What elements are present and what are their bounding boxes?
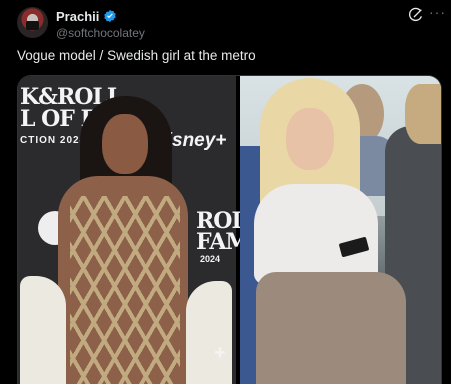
backdrop-text: +: [214, 342, 226, 364]
verified-badge-icon: [103, 9, 117, 23]
tweet-text: Vogue model / Swedish girl at the metro: [17, 48, 256, 63]
person-legs: [256, 272, 406, 384]
person-face: [286, 108, 334, 170]
photo-left[interactable]: K&ROLI L OF FAM CTION 2024 Disney+ ROLI …: [18, 76, 259, 384]
backdrop-text: CTION 2024: [20, 135, 87, 146]
background-person-hair: [405, 84, 441, 144]
photo-right[interactable]: [240, 76, 441, 384]
person-shirt: [254, 184, 378, 284]
robe: [20, 276, 66, 384]
person-outfit: [70, 196, 180, 384]
media-grid: K&ROLI L OF FAM CTION 2024 Disney+ ROLI …: [17, 75, 442, 384]
robe: [186, 281, 232, 384]
author-handle[interactable]: @softchocolatey: [56, 26, 145, 40]
tweet[interactable]: Prachii @softchocolatey ··· Vogue model …: [0, 0, 451, 384]
name-row: Prachii: [56, 8, 145, 24]
grok-icon[interactable]: [408, 7, 424, 23]
author-display-name[interactable]: Prachii: [56, 9, 99, 24]
tweet-header: Prachii @softchocolatey: [56, 8, 145, 41]
backdrop-text: 2024: [200, 254, 221, 264]
avatar[interactable]: [17, 7, 48, 38]
person-face: [102, 114, 148, 174]
more-icon[interactable]: ···: [429, 4, 445, 20]
